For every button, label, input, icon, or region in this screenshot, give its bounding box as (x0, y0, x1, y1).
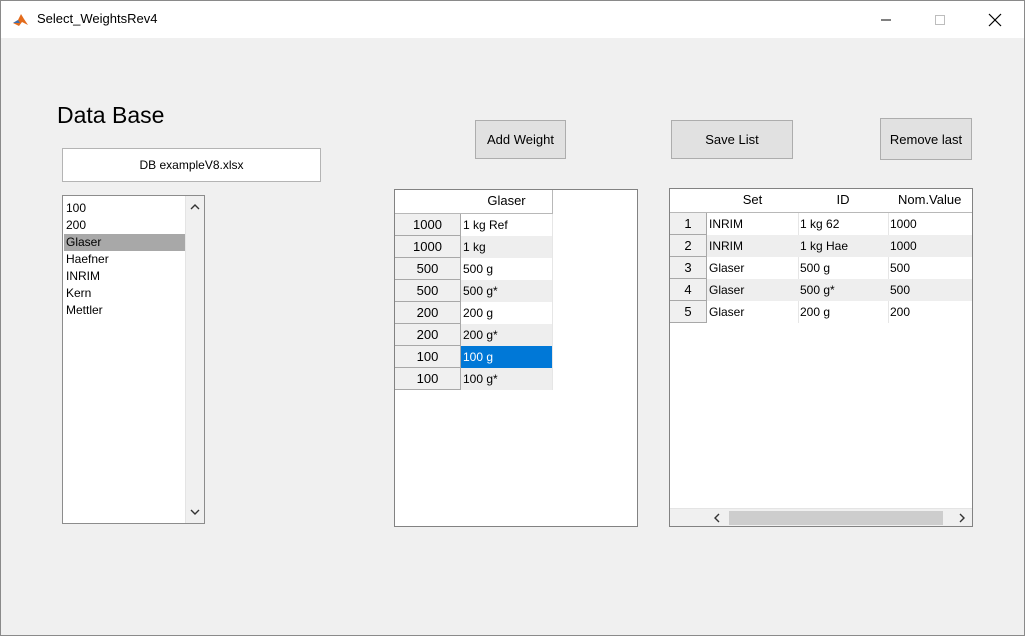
table-cell[interactable]: INRIM (707, 213, 799, 235)
table-cell[interactable]: 500 (888, 257, 972, 279)
table-cell[interactable]: 200 g* (461, 324, 553, 346)
table-cell[interactable]: Glaser (707, 257, 799, 279)
listbox-scrollbar[interactable] (185, 196, 204, 523)
table-cell[interactable]: 1 kg (461, 236, 553, 258)
table-cell[interactable]: 500 g* (798, 279, 889, 301)
horizontal-scrollbar[interactable] (670, 508, 972, 526)
database-file-field[interactable]: DB exampleV8.xlsx (62, 148, 321, 182)
column-header-id[interactable]: ID (798, 189, 889, 213)
table-cell[interactable]: INRIM (707, 235, 799, 257)
scroll-right-icon[interactable] (953, 509, 971, 526)
table-row-header[interactable]: 100 (395, 346, 461, 368)
table-cell[interactable]: 1 kg Hae (798, 235, 889, 257)
table-row-header[interactable]: 4 (670, 279, 707, 301)
page-title: Data Base (57, 102, 165, 128)
table-cell[interactable]: Glaser (707, 301, 799, 323)
minimize-icon (881, 19, 891, 20)
column-header-set[interactable]: Set (707, 189, 799, 213)
maximize-button[interactable] (917, 1, 963, 38)
scroll-down-icon[interactable] (186, 503, 204, 521)
table-cell[interactable]: 500 g (461, 258, 553, 280)
table-row-header[interactable]: 2 (670, 235, 707, 257)
table-corner (395, 190, 462, 214)
table-row-header[interactable]: 200 (395, 302, 461, 324)
list-item[interactable]: Haefner (64, 251, 185, 268)
close-button[interactable] (972, 1, 1018, 38)
table-corner (670, 189, 708, 213)
table-cell[interactable]: 100 g (461, 346, 553, 368)
remove-last-button[interactable]: Remove last (880, 118, 972, 160)
table-cell[interactable]: 200 g (461, 302, 553, 324)
scrollbar-thumb[interactable] (729, 511, 943, 525)
title-bar: Select_WeightsRev4 (1, 1, 1024, 38)
list-item[interactable]: 100 (64, 200, 185, 217)
weights-table[interactable]: Glaser 1000 1 kg Ref 1000 1 kg 500 500 g 500 50… (394, 189, 638, 527)
window-title: Select_WeightsRev4 (37, 11, 158, 26)
minimize-button[interactable] (863, 1, 909, 38)
maximize-icon (935, 14, 945, 25)
table-cell[interactable]: 1 kg Ref (461, 214, 553, 236)
scroll-left-icon[interactable] (708, 509, 726, 526)
table-cell[interactable]: 200 g (798, 301, 889, 323)
table-cell[interactable]: 1000 (888, 235, 972, 257)
column-header-nom-value[interactable]: Nom.Value (888, 189, 972, 213)
scroll-up-icon[interactable] (186, 198, 204, 216)
selected-weights-table[interactable]: Set ID Nom.Value 1 INRIM 1 kg 62 1000 2 INRIM… (669, 188, 973, 527)
app-window: Select_WeightsRev4 Data Base DB exampleV… (0, 0, 1025, 636)
table-cell[interactable]: Glaser (707, 279, 799, 301)
list-item[interactable]: INRIM (64, 268, 185, 285)
list-item[interactable]: 200 (64, 217, 185, 234)
table-row-header[interactable]: 500 (395, 258, 461, 280)
matlab-icon (12, 11, 29, 28)
column-header-glaser[interactable]: Glaser (461, 190, 553, 214)
table-row-header[interactable]: 200 (395, 324, 461, 346)
table-row-header[interactable]: 500 (395, 280, 461, 302)
table-cell[interactable]: 100 g* (461, 368, 553, 390)
table-row-header[interactable]: 1000 (395, 214, 461, 236)
table-row-header[interactable]: 1000 (395, 236, 461, 258)
close-icon (988, 13, 1002, 26)
list-item[interactable]: Kern (64, 285, 185, 302)
table-row-header[interactable]: 3 (670, 257, 707, 279)
table-row-header[interactable]: 100 (395, 368, 461, 390)
client-area: Data Base DB exampleV8.xlsx 100 200 Glaser… (1, 38, 1024, 635)
database-listbox[interactable]: 100 200 Glaser Haefner INRIM Kern Mettler (62, 195, 205, 524)
save-list-button[interactable]: Save List (671, 120, 793, 159)
table-cell[interactable]: 200 (888, 301, 972, 323)
add-weight-button[interactable]: Add Weight (475, 120, 566, 159)
list-item[interactable]: Glaser (64, 234, 185, 251)
table-cell[interactable]: 500 (888, 279, 972, 301)
table-cell[interactable]: 1000 (888, 213, 972, 235)
table-cell[interactable]: 500 g (798, 257, 889, 279)
table-row-header[interactable]: 5 (670, 301, 707, 323)
list-item[interactable]: Mettler (64, 302, 185, 319)
table-cell[interactable]: 500 g* (461, 280, 553, 302)
table-cell[interactable]: 1 kg 62 (798, 213, 889, 235)
table-row-header[interactable]: 1 (670, 213, 707, 235)
